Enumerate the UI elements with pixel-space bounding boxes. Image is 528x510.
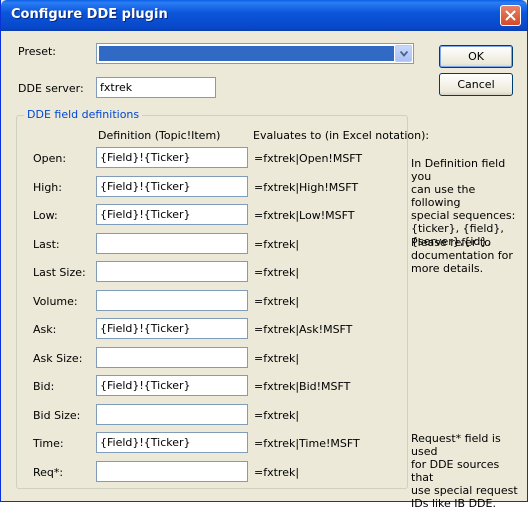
group-title: DDE field definitions bbox=[24, 108, 143, 121]
definition-column-header: Definition (Topic!Item) bbox=[98, 129, 221, 142]
lastsize-label: Last Size: bbox=[33, 266, 86, 279]
preset-label: Preset: bbox=[18, 45, 57, 58]
asksize-evaluates-value: =fxtrek| bbox=[254, 352, 300, 365]
preset-dropdown-button[interactable] bbox=[395, 45, 412, 62]
volume-definition-input[interactable] bbox=[96, 290, 248, 311]
open-evaluates-value: =fxtrek|Open!MSFT bbox=[254, 152, 363, 165]
configure-dde-dialog: Configure DDE plugin Preset: DDE server:… bbox=[0, 0, 528, 510]
low-evaluates-value: =fxtrek|Low!MSFT bbox=[254, 209, 355, 222]
lastsize-definition-input[interactable] bbox=[96, 261, 248, 282]
last-definition-input[interactable] bbox=[96, 233, 248, 254]
time-evaluates-value: =fxtrek|Time!MSFT bbox=[254, 437, 360, 450]
ask-label: Ask: bbox=[33, 323, 57, 336]
cancel-button[interactable]: Cancel bbox=[439, 73, 513, 96]
asksize-definition-input[interactable] bbox=[96, 347, 248, 368]
refer-docs-note: Please refer to documentation for more d… bbox=[411, 236, 513, 275]
dde-server-input[interactable]: fxtrek bbox=[96, 77, 216, 98]
low-label: Low: bbox=[33, 209, 58, 222]
chevron-down-icon bbox=[400, 51, 408, 57]
high-evaluates-value: =fxtrek|High!MSFT bbox=[254, 181, 359, 194]
bidsize-label: Bid Size: bbox=[33, 409, 81, 422]
bid-label: Bid: bbox=[33, 380, 55, 393]
close-button[interactable] bbox=[500, 5, 521, 26]
special-sequences-note: In Definition field you can use the foll… bbox=[411, 157, 516, 248]
ask-definition-input[interactable]: {Field}!{Ticker} bbox=[96, 318, 248, 339]
preset-dropdown[interactable] bbox=[96, 43, 414, 64]
window-title: Configure DDE plugin bbox=[11, 7, 168, 22]
evaluates-column-header: Evaluates to (in Excel notation): bbox=[253, 129, 430, 142]
dde-server-label: DDE server: bbox=[18, 82, 84, 95]
req-evaluates-value: =fxtrek| bbox=[254, 466, 300, 479]
volume-evaluates-value: =fxtrek| bbox=[254, 295, 300, 308]
preset-selected-value bbox=[99, 46, 394, 61]
bidsize-evaluates-value: =fxtrek| bbox=[254, 409, 300, 422]
bid-definition-input[interactable]: {Field}!{Ticker} bbox=[96, 375, 248, 396]
bid-evaluates-value: =fxtrek|Bid!MSFT bbox=[254, 380, 351, 393]
req-label: Req*: bbox=[33, 466, 64, 479]
last-label: Last: bbox=[33, 238, 60, 251]
title-bar[interactable]: Configure DDE plugin bbox=[1, 0, 527, 31]
request-field-note: Request* field is used for DDE sources t… bbox=[411, 432, 518, 510]
last-evaluates-value: =fxtrek| bbox=[254, 238, 300, 251]
open-label: Open: bbox=[33, 152, 67, 165]
time-label: Time: bbox=[33, 437, 64, 450]
lastsize-evaluates-value: =fxtrek| bbox=[254, 266, 300, 279]
close-icon bbox=[505, 10, 516, 21]
open-definition-input[interactable]: {Field}!{Ticker} bbox=[96, 147, 248, 168]
bidsize-definition-input[interactable] bbox=[96, 404, 248, 425]
high-definition-input[interactable]: {Field}!{Ticker} bbox=[96, 176, 248, 197]
ask-evaluates-value: =fxtrek|Ask!MSFT bbox=[254, 323, 353, 336]
volume-label: Volume: bbox=[33, 295, 78, 308]
req-definition-input[interactable] bbox=[96, 461, 248, 482]
asksize-label: Ask Size: bbox=[33, 352, 83, 365]
high-label: High: bbox=[33, 181, 62, 194]
ok-button[interactable]: OK bbox=[439, 45, 513, 68]
time-definition-input[interactable]: {Field}!{Ticker} bbox=[96, 432, 248, 453]
low-definition-input[interactable]: {Field}!{Ticker} bbox=[96, 204, 248, 225]
